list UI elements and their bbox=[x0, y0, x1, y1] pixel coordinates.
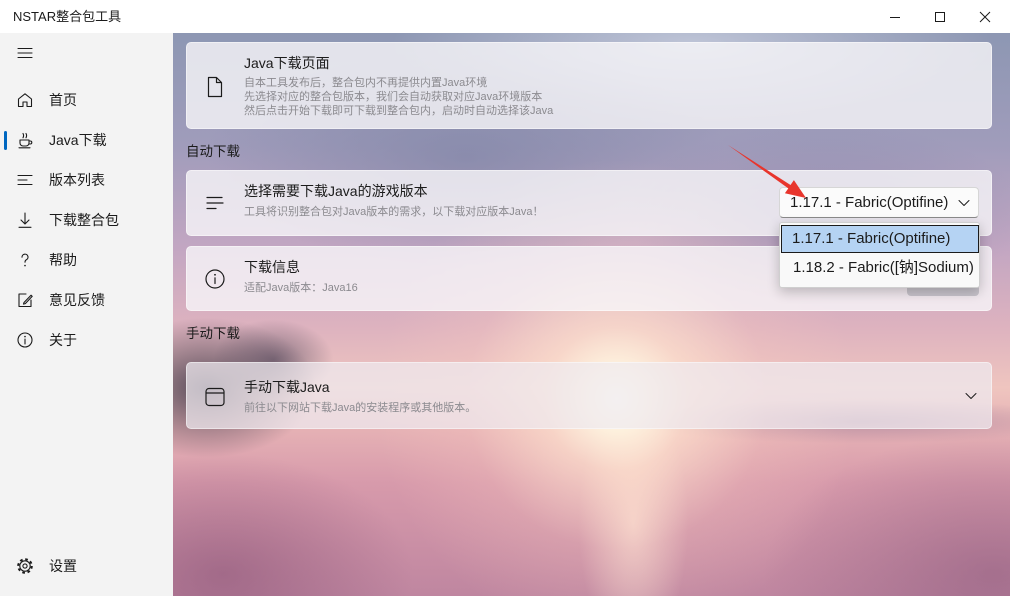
sidebar-item-label: 帮助 bbox=[49, 252, 77, 268]
sidebar-item-label: 意见反馈 bbox=[49, 292, 105, 308]
help-icon bbox=[21, 253, 29, 267]
section-header-auto: 自动下载 bbox=[186, 144, 240, 159]
sidebar-item-label: Java下载 bbox=[49, 132, 107, 148]
combobox-selected-value: 1.17.1 - Fabric(Optifine) bbox=[790, 194, 949, 211]
sidebar-item-label: 设置 bbox=[49, 558, 77, 574]
app-title: NSTAR整合包工具 bbox=[13, 9, 122, 24]
minimize-icon bbox=[890, 16, 900, 18]
sidebar-item-label: 版本列表 bbox=[49, 172, 105, 188]
align-left-icon bbox=[206, 196, 224, 210]
close-icon bbox=[979, 11, 991, 22]
sidebar: 首页 Java下载 版本列表 下载整合包 帮助 意见反馈 关于 设置 bbox=[0, 33, 173, 596]
version-combobox[interactable]: 1.17.1 - Fabric(Optifine) bbox=[779, 187, 979, 218]
dropdown-option[interactable]: 1.18.2 - Fabric([钠]Sodium) bbox=[781, 254, 979, 282]
dropdown-option[interactable]: 1.17.1 - Fabric(Optifine) bbox=[781, 225, 979, 253]
hamburger-menu-icon bbox=[17, 47, 33, 59]
maximize-button[interactable] bbox=[917, 0, 963, 33]
card-title: 手动下载Java bbox=[244, 379, 330, 395]
home-icon bbox=[17, 93, 33, 108]
main-content: Java下载页面 自本工具发布后，整合包内不再提供内置Java环境 先选择对应的… bbox=[173, 33, 1010, 596]
sidebar-item-label: 下载整合包 bbox=[49, 212, 119, 228]
sidebar-item-help[interactable]: 帮助 bbox=[4, 242, 169, 278]
manual-download-expander[interactable]: 手动下载Java 前往以下网站下载Java的安装程序或其他版本。 bbox=[186, 362, 992, 429]
sidebar-item-java-download[interactable]: Java下载 bbox=[4, 122, 169, 158]
card-title: Java下载页面 bbox=[244, 55, 330, 71]
card-description-line: 自本工具发布后，整合包内不再提供内置Java环境 bbox=[244, 77, 488, 89]
card-title: 选择需要下载Java的游戏版本 bbox=[244, 183, 428, 199]
card-title: 下载信息 bbox=[244, 259, 300, 275]
version-dropdown-popup: 1.17.1 - Fabric(Optifine) 1.18.2 - Fabri… bbox=[779, 222, 980, 288]
chevron-down-icon[interactable] bbox=[964, 389, 978, 403]
sidebar-item-label: 关于 bbox=[49, 332, 77, 348]
card-description-line: 先选择对应的整合包版本，我们会自动获取对应Java环境版本 bbox=[244, 91, 543, 103]
list-icon bbox=[17, 174, 33, 186]
info-icon bbox=[17, 332, 33, 348]
close-button[interactable] bbox=[962, 0, 1008, 33]
file-icon bbox=[207, 76, 223, 98]
card-description: 前往以下网站下载Java的安装程序或其他版本。 bbox=[244, 402, 477, 414]
java-cup-icon bbox=[18, 132, 33, 149]
feedback-icon bbox=[18, 293, 33, 308]
gear-icon bbox=[17, 558, 33, 574]
sidebar-item-label: 首页 bbox=[49, 92, 77, 108]
info-circle-icon bbox=[205, 269, 225, 289]
card-description: 工具将识别整合包对Java版本的需求，以下载对应版本Java！ bbox=[244, 206, 544, 218]
minimize-button[interactable] bbox=[872, 0, 918, 33]
sidebar-item-version-list[interactable]: 版本列表 bbox=[4, 162, 169, 198]
intro-card: Java下载页面 自本工具发布后，整合包内不再提供内置Java环境 先选择对应的… bbox=[186, 42, 992, 129]
menu-toggle-button[interactable] bbox=[7, 35, 43, 71]
title-bar: NSTAR整合包工具 bbox=[0, 0, 1010, 33]
maximize-icon bbox=[935, 11, 945, 22]
sidebar-item-download-pack[interactable]: 下载整合包 bbox=[4, 202, 169, 238]
selection-indicator bbox=[4, 131, 7, 150]
card-description: 适配Java版本：Java16 bbox=[244, 282, 358, 294]
download-icon bbox=[18, 212, 32, 228]
section-header-manual: 手动下载 bbox=[186, 326, 240, 341]
sidebar-item-about[interactable]: 关于 bbox=[4, 322, 169, 358]
sidebar-item-feedback[interactable]: 意见反馈 bbox=[4, 282, 169, 318]
sidebar-item-home[interactable]: 首页 bbox=[4, 82, 169, 118]
window-icon bbox=[205, 387, 225, 407]
chevron-down-icon bbox=[958, 200, 970, 206]
card-description-line: 然后点击开始下载即可下载到整合包内，启动时自动选择该Java bbox=[244, 105, 554, 117]
sidebar-item-settings[interactable]: 设置 bbox=[4, 548, 169, 584]
